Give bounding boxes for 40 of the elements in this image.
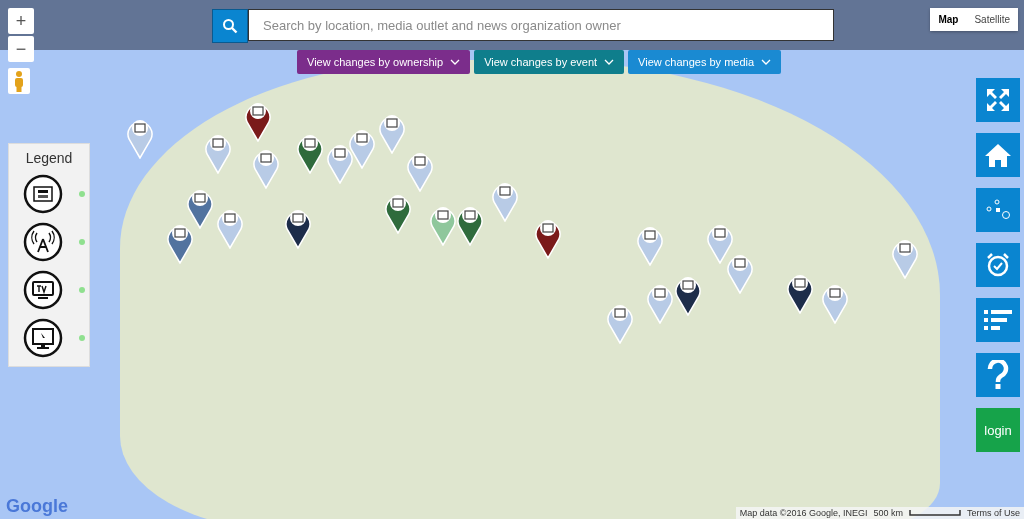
help-button[interactable] — [976, 353, 1020, 397]
street-view-person-icon[interactable] — [8, 68, 30, 94]
list-icon — [984, 309, 1012, 331]
home-icon — [984, 142, 1012, 168]
filter-dropdown[interactable]: View changes by media — [628, 50, 782, 74]
map-type-tab[interactable]: Satellite — [966, 8, 1018, 31]
map-pins-icon — [985, 199, 1011, 221]
google-logo: Google — [6, 496, 68, 517]
chevron-down-icon — [761, 59, 772, 65]
tv-icon — [23, 270, 63, 310]
radio-tower-icon — [23, 222, 63, 262]
route-button[interactable] — [976, 188, 1020, 232]
chevron-down-icon — [604, 59, 615, 65]
alarm-clock-icon — [985, 252, 1011, 278]
filter-dropdown[interactable]: View changes by ownership — [297, 50, 471, 74]
status-dot — [79, 191, 85, 197]
scale-bar-icon — [909, 510, 961, 516]
expand-arrows-icon — [984, 86, 1012, 114]
filter-dropdown[interactable]: View changes by event — [474, 50, 625, 74]
search-button[interactable] — [212, 9, 248, 43]
scale-label: 500 km — [873, 508, 903, 518]
terms-link[interactable]: Terms of Use — [967, 508, 1020, 518]
fullscreen-button[interactable] — [976, 78, 1020, 122]
status-dot — [79, 239, 85, 245]
zoom-out-button[interactable]: − — [8, 36, 34, 62]
legend-title: Legend — [25, 150, 73, 166]
zoom-in-button[interactable]: + — [8, 8, 34, 34]
search-field[interactable]: Search by location, media outlet and news organization owner — [248, 9, 834, 41]
newspaper-icon — [23, 174, 63, 214]
home-button[interactable] — [976, 133, 1020, 177]
map-data-text: Map data ©2016 Google, INEGI — [739, 508, 868, 518]
alarm-button[interactable] — [976, 243, 1020, 287]
map-type-tab[interactable]: Map — [930, 8, 967, 31]
monitor-icon — [23, 318, 63, 358]
question-mark-icon — [987, 360, 1009, 390]
search-icon — [222, 18, 238, 34]
status-dot — [79, 287, 85, 293]
status-dot — [79, 335, 85, 341]
chevron-down-icon — [450, 59, 461, 65]
list-button[interactable] — [976, 298, 1020, 342]
